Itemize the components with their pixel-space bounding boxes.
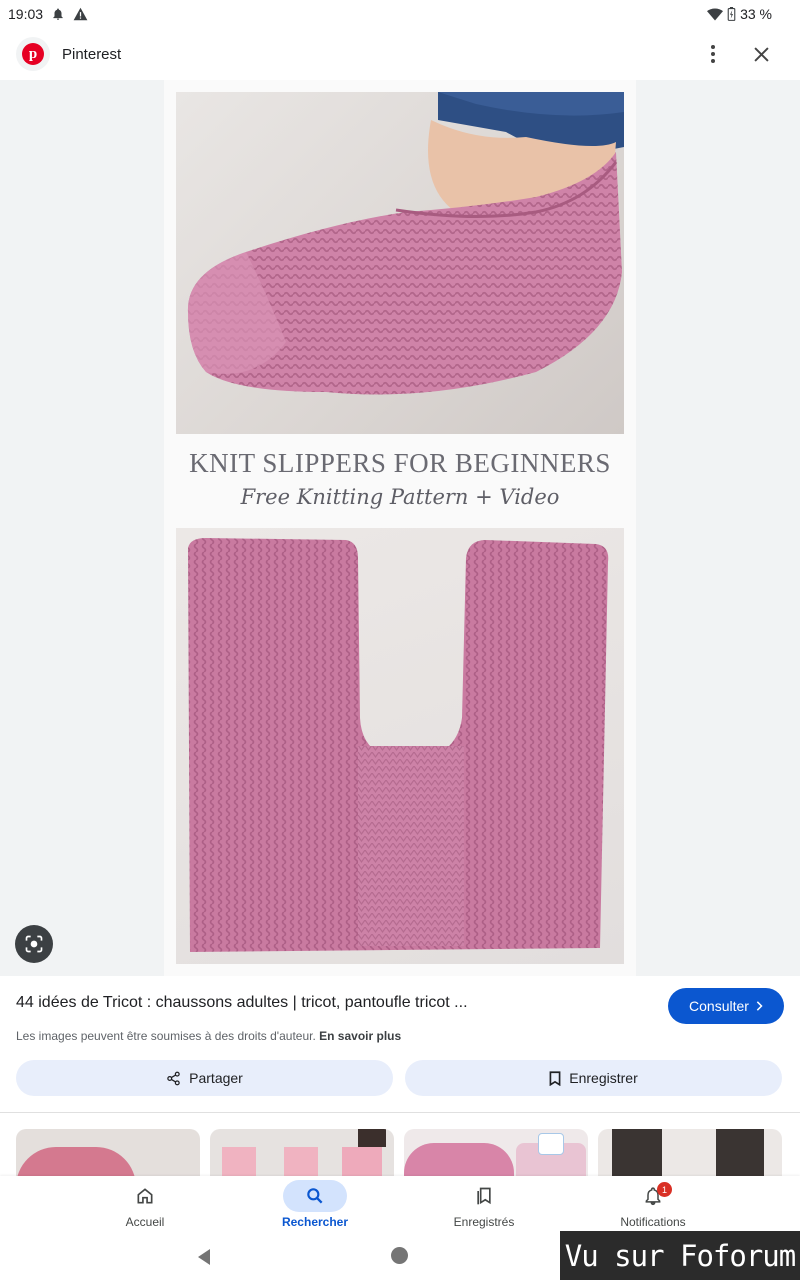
- site-name: Pinterest: [62, 45, 122, 63]
- share-icon: [167, 1071, 180, 1085]
- bottom-navigation: Accueil Rechercher Enregistrés 1 Notific…: [0, 1176, 800, 1232]
- related-images: [16, 1129, 782, 1177]
- learn-more-link[interactable]: En savoir plus: [319, 1029, 401, 1043]
- home-icon: [113, 1180, 177, 1212]
- close-icon[interactable]: [750, 43, 772, 65]
- battery-charging-icon: [727, 7, 736, 21]
- nav-label-saved: Enregistrés: [453, 1215, 515, 1229]
- image-preview[interactable]: KNIT SLIPPERS FOR BEGINNERS Free Knittin…: [164, 80, 636, 976]
- related-thumbnail[interactable]: [16, 1129, 200, 1177]
- nav-item-home[interactable]: Accueil: [75, 1180, 215, 1229]
- bookmark-icon: [549, 1070, 561, 1086]
- image-preview-area: KNIT SLIPPERS FOR BEGINNERS Free Knittin…: [0, 80, 800, 976]
- copyright-text: Les images peuvent être soumises à des d…: [16, 1029, 316, 1043]
- notification-bell-icon: [51, 7, 65, 21]
- save-button[interactable]: Enregistrer: [405, 1060, 782, 1096]
- image-caption: KNIT SLIPPERS FOR BEGINNERS Free Knittin…: [164, 448, 636, 509]
- divider: [0, 1112, 800, 1113]
- nav-item-search[interactable]: Rechercher: [245, 1180, 385, 1229]
- knitted-piece-photo: [176, 528, 624, 964]
- pinterest-logo-icon: p: [16, 37, 50, 71]
- slipper-on-foot-photo: [176, 92, 624, 434]
- nav-item-notifications[interactable]: 1 Notifications: [583, 1180, 723, 1229]
- share-label: Partager: [189, 1070, 243, 1086]
- related-thumbnail[interactable]: [404, 1129, 588, 1177]
- related-thumbnail[interactable]: [210, 1129, 394, 1177]
- visit-button[interactable]: Consulter: [668, 988, 784, 1024]
- lens-search-button[interactable]: [15, 925, 53, 963]
- watermark: Vu sur Foforum: [560, 1231, 800, 1280]
- bookmarks-icon: [452, 1180, 516, 1212]
- visit-button-label: Consulter: [689, 998, 749, 1014]
- nav-label-notifications: Notifications: [620, 1215, 686, 1229]
- nav-item-saved[interactable]: Enregistrés: [414, 1180, 554, 1229]
- status-time: 19:03: [8, 6, 44, 22]
- wifi-icon: [707, 8, 724, 21]
- caption-main: KNIT SLIPPERS FOR BEGINNERS: [189, 448, 611, 478]
- home-button[interactable]: [391, 1247, 408, 1264]
- bell-icon: 1: [621, 1180, 685, 1212]
- nav-label-search: Rechercher: [281, 1215, 349, 1229]
- caption-sub: Free Knitting Pattern + Video: [240, 485, 560, 509]
- share-button[interactable]: Partager: [16, 1060, 393, 1096]
- app-header: p Pinterest: [0, 28, 800, 80]
- related-thumbnail[interactable]: [598, 1129, 782, 1177]
- more-vert-icon[interactable]: [702, 43, 724, 65]
- nav-label-home: Accueil: [125, 1215, 165, 1229]
- back-icon[interactable]: [196, 1248, 212, 1271]
- battery-level: 33 %: [740, 6, 772, 22]
- result-title[interactable]: 44 idées de Tricot : chaussons adultes |…: [16, 994, 636, 1012]
- warning-icon: [73, 7, 88, 21]
- status-bar: 19:03 33 %: [0, 0, 800, 28]
- save-label: Enregistrer: [569, 1070, 638, 1086]
- notification-badge: 1: [657, 1182, 672, 1197]
- chevron-right-icon: [756, 1001, 763, 1011]
- copyright-notice: Les images peuvent être soumises à des d…: [16, 1029, 401, 1043]
- lens-icon: [25, 935, 43, 953]
- search-icon: [283, 1180, 347, 1212]
